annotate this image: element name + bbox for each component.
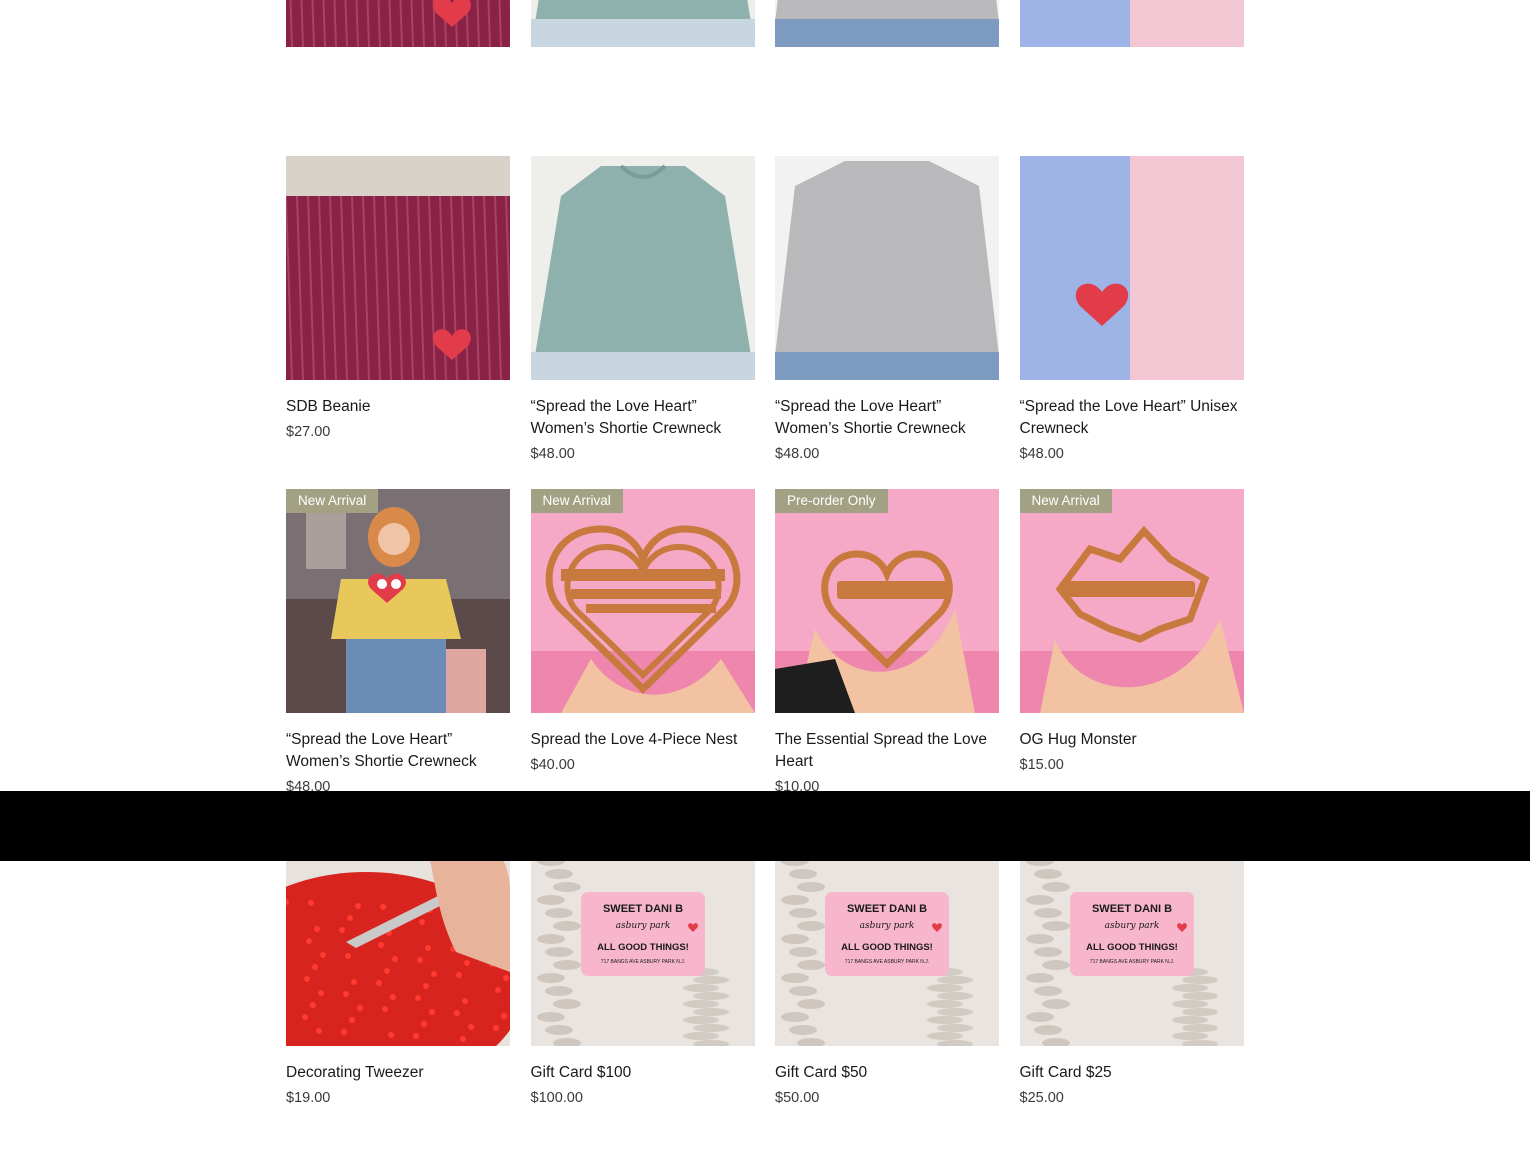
svg-text:SWEET DANI B: SWEET DANI B [1091,903,1171,915]
product-price: $50.00 [775,1090,820,1106]
preorder-badge: Pre-order Only [775,489,888,513]
product-title[interactable]: OG Hug Monster [1020,729,1244,751]
product-image[interactable] [775,156,999,380]
product-image[interactable]: New Arrival [530,489,755,713]
product-title[interactable]: Gift Card $25 [1020,1062,1244,1084]
svg-text:ALL GOOD THINGS!: ALL GOOD THINGS! [1086,942,1178,953]
product-card[interactable]: New Arrival OG Hug Monster $15.00 [1019,489,1244,822]
svg-text:SWEET DANI B: SWEET DANI B [602,903,682,915]
product-card[interactable] [775,0,999,156]
svg-text:asbury park: asbury park [615,921,670,931]
product-card[interactable]: “Spread the Love Heart” Women’s Shortie … [530,156,755,489]
svg-text:asbury park: asbury park [860,921,915,931]
new-arrival-badge: New Arrival [1019,489,1112,513]
product-photo [286,489,510,713]
product-photo [1019,156,1244,380]
product-card[interactable]: “Spread the Love Heart” Women’s Shortie … [775,156,999,489]
product-image[interactable] [530,0,755,47]
product-image[interactable] [1019,156,1244,380]
product-title[interactable]: Gift Card $100 [531,1062,755,1084]
product-title[interactable]: Spread the Love 4-Piece Nest [531,729,755,751]
product-price: $48.00 [775,446,820,462]
product-image[interactable] [286,156,510,380]
product-title[interactable]: The Essential Spread the Love Heart [775,729,999,773]
product-card[interactable] [530,0,755,156]
product-card[interactable]: Decorating Tweezer $19.00 [286,822,510,1155]
product-card[interactable] [286,0,510,156]
product-card[interactable]: “Spread the Love Heart” Unisex Crewneck … [1019,156,1244,489]
svg-text:ALL GOOD THINGS!: ALL GOOD THINGS! [597,942,689,953]
product-photo [775,156,999,380]
product-title[interactable]: SDB Beanie [286,396,510,418]
product-price: $100.00 [530,1090,583,1106]
svg-text:717 BANGS AVE ASBURY PARK N.J.: 717 BANGS AVE ASBURY PARK N.J. [1089,959,1173,965]
product-title[interactable]: “Spread the Love Heart” Women’s Shortie … [531,396,755,440]
product-price: $25.00 [1019,1090,1064,1106]
product-photo [530,156,755,380]
product-photo [775,489,999,713]
product-image[interactable] [775,0,999,47]
svg-text:SWEET DANI B: SWEET DANI B [847,903,927,915]
product-image[interactable]: New Arrival [1019,489,1244,713]
product-price: $40.00 [530,757,575,773]
product-card[interactable]: SWEET DANI B asbury park ALL GOOD THINGS… [1019,822,1244,1155]
product-photo [775,0,999,47]
new-arrival-badge: New Arrival [530,489,623,513]
product-grid: SDB Beanie $27.00 “Spread the Love Heart… [286,0,1244,1155]
product-image[interactable] [286,0,510,47]
product-card[interactable] [1019,0,1244,156]
product-price: $19.00 [286,1090,331,1106]
product-photo [1019,0,1244,47]
product-price: $27.00 [286,424,331,440]
product-image[interactable]: New Arrival [286,489,510,713]
product-photo [530,0,755,47]
product-image[interactable] [1019,0,1244,47]
product-title[interactable]: “Spread the Love Heart” Unisex Crewneck [1020,396,1244,440]
product-title[interactable]: Gift Card $50 [775,1062,999,1084]
product-photo [530,489,755,713]
new-arrival-badge: New Arrival [286,489,379,513]
svg-text:asbury park: asbury park [1104,921,1159,931]
product-card[interactable]: SWEET DANI B asbury park ALL GOOD THINGS… [775,822,999,1155]
product-photo [286,156,510,380]
product-photo [1019,489,1244,713]
product-price: $48.00 [1019,446,1064,462]
product-title[interactable]: “Spread the Love Heart” Women’s Shortie … [775,396,999,440]
page-footer [0,791,1530,861]
product-card[interactable]: SDB Beanie $27.00 [286,156,510,489]
product-image[interactable]: Pre-order Only [775,489,999,713]
product-price: $15.00 [1019,757,1064,773]
product-image[interactable] [530,156,755,380]
svg-text:717 BANGS AVE ASBURY PARK N.J.: 717 BANGS AVE ASBURY PARK N.J. [845,959,929,965]
product-title[interactable]: Decorating Tweezer [286,1062,510,1084]
svg-text:ALL GOOD THINGS!: ALL GOOD THINGS! [841,942,933,953]
product-card[interactable]: Pre-order Only The Essential Spread the … [775,489,999,822]
product-card[interactable]: New Arrival Spread the Love 4-Piece Nest… [530,489,755,822]
product-card[interactable]: SWEET DANI B asbury park ALL GOOD THINGS… [530,822,755,1155]
product-card[interactable]: New Arrival “Spread the Love Heart” Wome… [286,489,510,822]
product-price: $48.00 [530,446,575,462]
svg-text:717 BANGS AVE ASBURY PARK N.J.: 717 BANGS AVE ASBURY PARK N.J. [600,959,684,965]
product-title[interactable]: “Spread the Love Heart” Women’s Shortie … [286,729,510,773]
product-photo [286,0,510,47]
